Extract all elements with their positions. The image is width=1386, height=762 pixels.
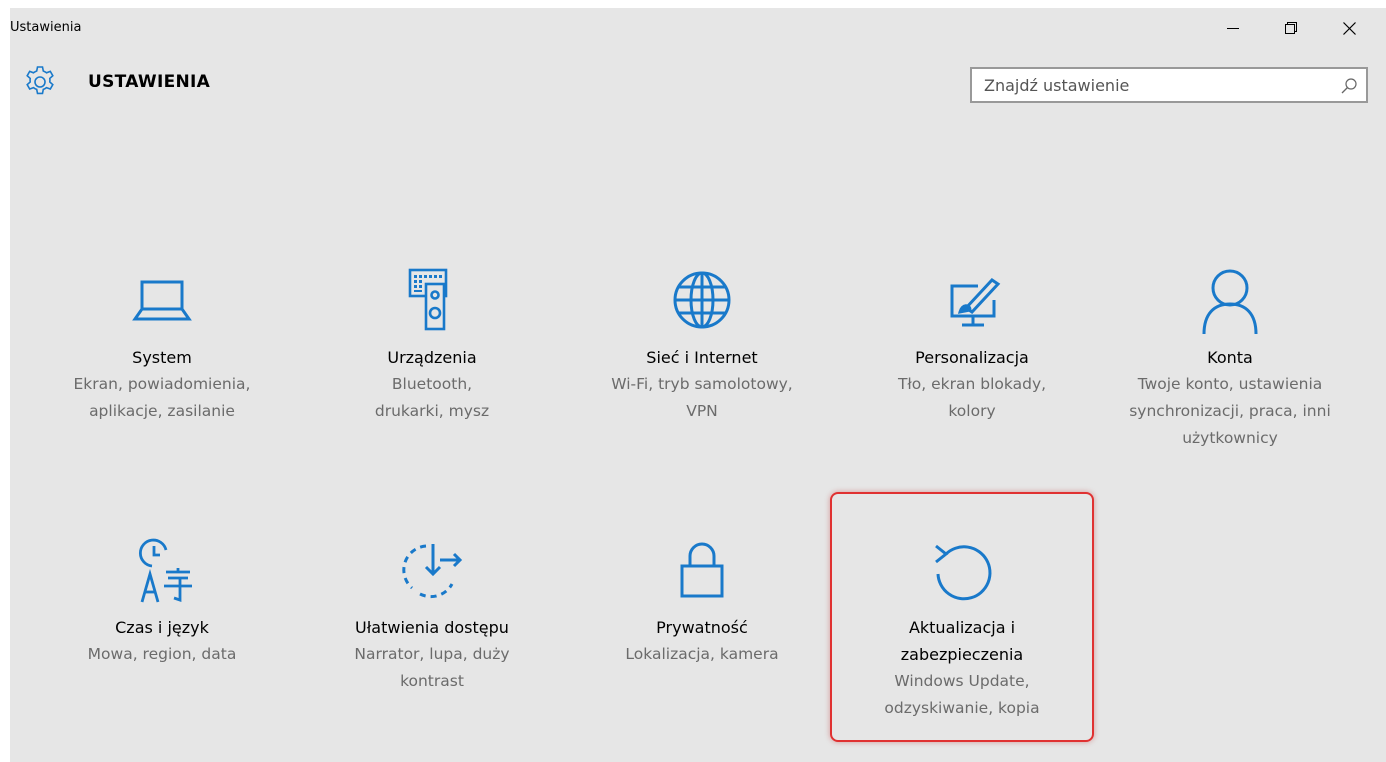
tile-name: Personalizacja bbox=[915, 348, 1029, 367]
tile-name: System bbox=[132, 348, 192, 367]
settings-window: Ustawienia USTAWIENIA Znajdź ustawienie … bbox=[10, 8, 1386, 762]
tile-update-security[interactable]: Aktualizacja i zabezpieczenia Windows Up… bbox=[842, 534, 1082, 722]
person-icon bbox=[1202, 269, 1258, 335]
close-icon bbox=[1342, 21, 1356, 35]
search-input[interactable] bbox=[972, 69, 1332, 101]
tile-desc: Twoje konto, ustawienia synchronizacji, … bbox=[1129, 375, 1331, 447]
tile-name: Prywatność bbox=[656, 618, 748, 637]
lock-icon bbox=[680, 542, 724, 598]
update-icon bbox=[935, 544, 992, 601]
tile-name: Ułatwienia dostępu bbox=[355, 618, 509, 637]
tile-name: Czas i język bbox=[115, 618, 209, 637]
tile-accounts[interactable]: Konta Twoje konto, ustawienia synchroniz… bbox=[1110, 264, 1350, 452]
globe-icon bbox=[673, 271, 731, 329]
minimize-icon bbox=[1227, 28, 1239, 29]
page-title: USTAWIENIA bbox=[88, 72, 211, 92]
tile-name: Konta bbox=[1207, 348, 1253, 367]
maximize-button[interactable] bbox=[1268, 12, 1314, 44]
tile-desc: Windows Update, odzyskiwanie, kopia bbox=[884, 672, 1040, 717]
tile-network[interactable]: Sieć i Internet Wi-Fi, tryb samolotowy, … bbox=[582, 264, 822, 425]
tile-name: Aktualizacja i zabezpieczenia bbox=[900, 618, 1024, 664]
tile-personalization[interactable]: Personalizacja Tło, ekran blokady, kolor… bbox=[852, 264, 1092, 425]
search-icon[interactable] bbox=[1340, 77, 1358, 95]
tile-ease-of-access[interactable]: Ułatwienia dostępu Narrator, lupa, duży … bbox=[312, 534, 552, 695]
tile-desc: Narrator, lupa, duży kontrast bbox=[354, 645, 510, 690]
tile-system[interactable]: System Ekran, powiadomienia, aplikacje, … bbox=[42, 264, 282, 425]
gear-icon bbox=[26, 66, 54, 95]
window-title: Ustawienia bbox=[10, 20, 82, 35]
personalization-icon bbox=[950, 278, 1001, 327]
time-language-icon bbox=[139, 538, 192, 603]
tile-desc: Mowa, region, data bbox=[87, 645, 237, 663]
tile-devices[interactable]: Urządzenia Bluetooth, drukarki, mysz bbox=[312, 264, 552, 425]
tile-desc: Ekran, powiadomienia, aplikacje, zasilan… bbox=[73, 375, 251, 420]
ease-of-access-icon bbox=[402, 544, 463, 599]
tile-desc: Bluetooth, drukarki, mysz bbox=[374, 375, 490, 420]
devices-icon bbox=[408, 268, 448, 331]
restore-icon bbox=[1285, 22, 1297, 34]
tile-time-language[interactable]: Czas i język Mowa, region, data bbox=[42, 534, 282, 668]
close-button[interactable] bbox=[1326, 12, 1372, 44]
tile-desc: Lokalizacja, kamera bbox=[625, 645, 779, 663]
minimize-button[interactable] bbox=[1210, 12, 1256, 44]
tile-name: Urządzenia bbox=[387, 348, 477, 367]
tile-name: Sieć i Internet bbox=[646, 348, 758, 367]
tile-desc: Wi-Fi, tryb samolotowy, VPN bbox=[611, 375, 793, 420]
tile-desc: Tło, ekran blokady, kolory bbox=[897, 375, 1047, 420]
laptop-icon bbox=[132, 280, 192, 321]
tile-privacy[interactable]: Prywatność Lokalizacja, kamera bbox=[582, 534, 822, 668]
search-box[interactable] bbox=[970, 67, 1368, 103]
